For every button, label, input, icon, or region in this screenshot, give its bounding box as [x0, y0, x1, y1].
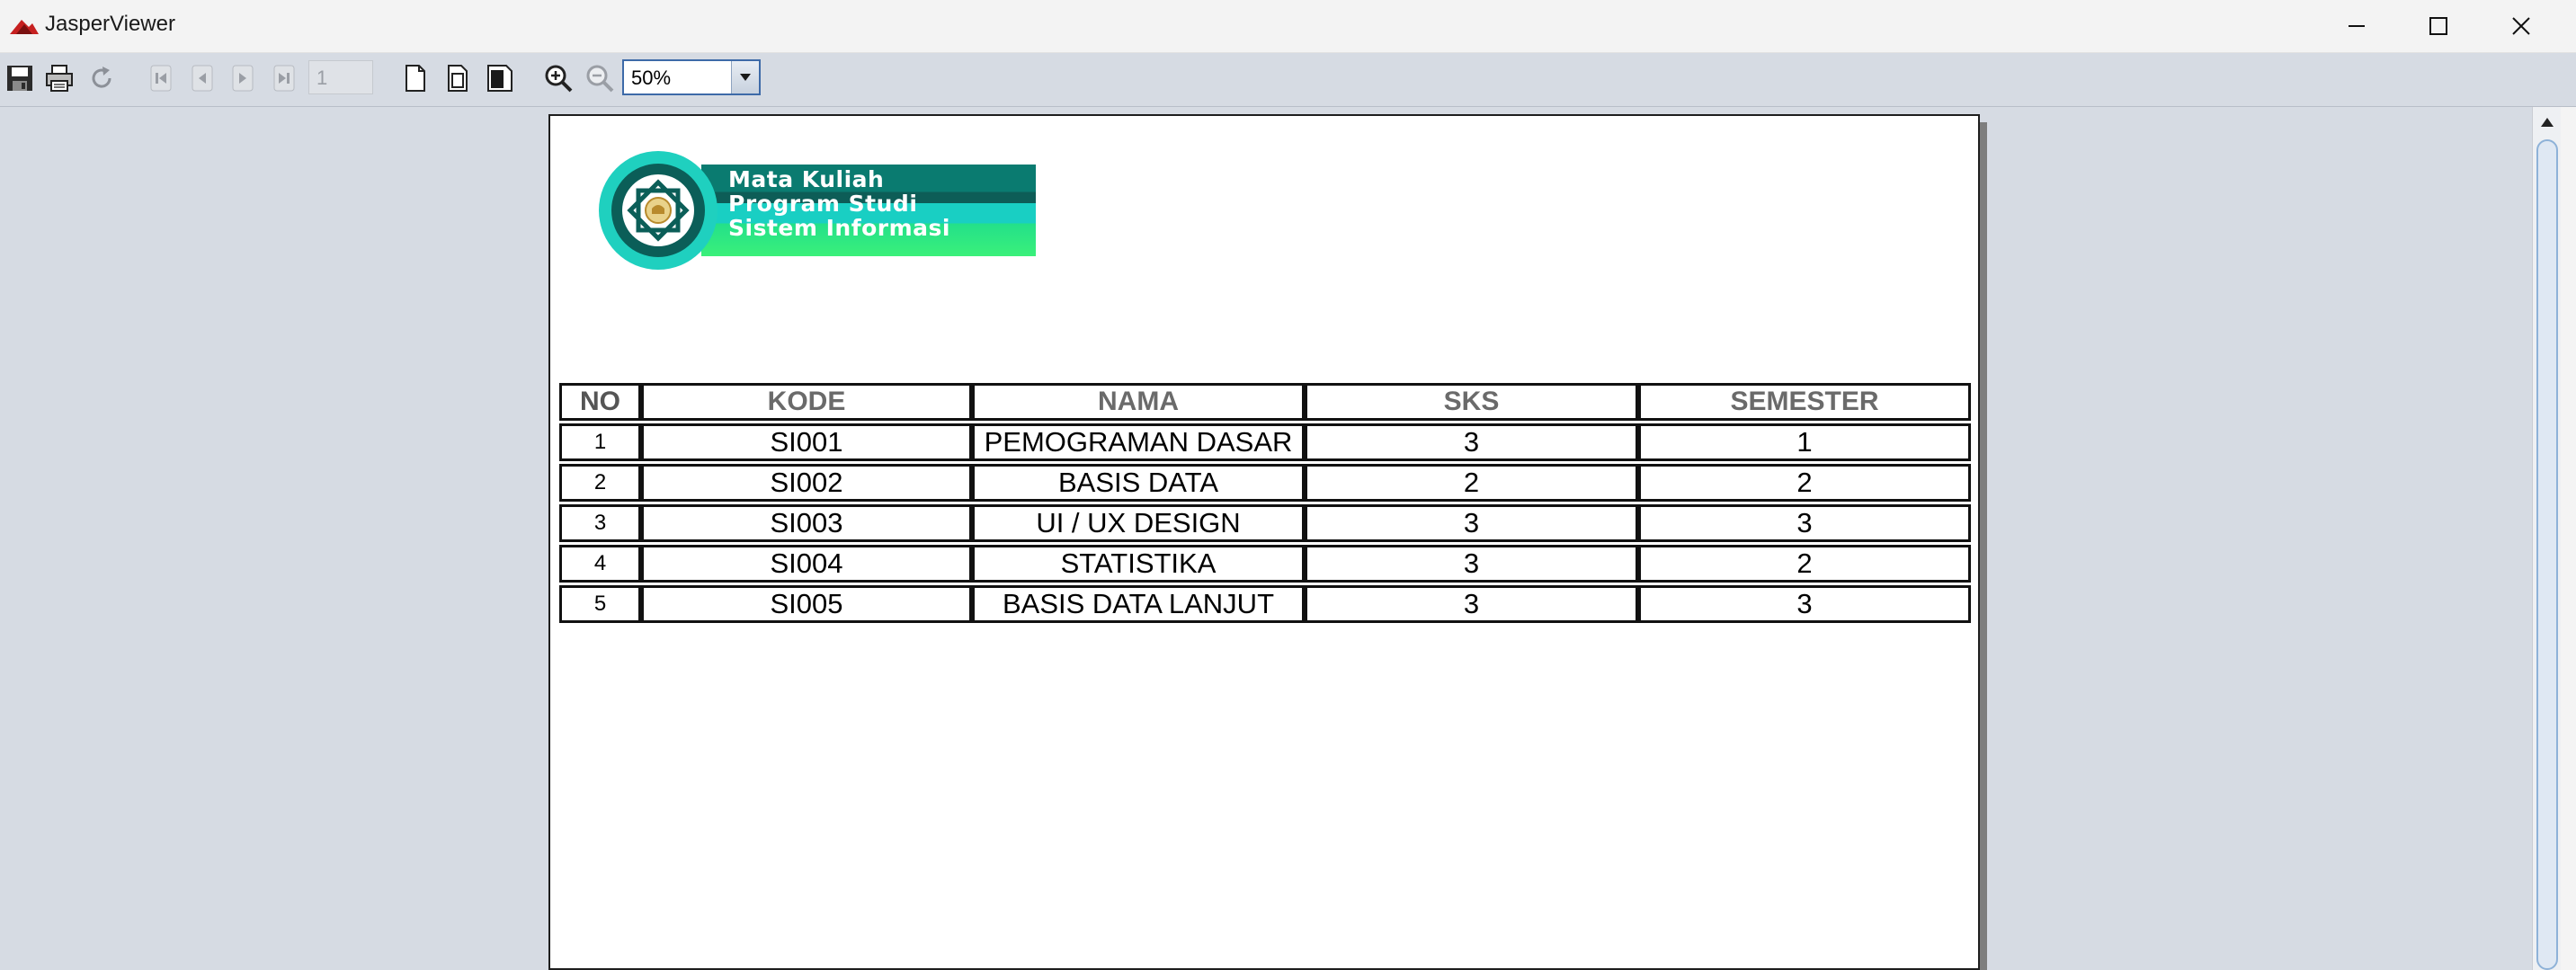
cell-nama: BASIS DATA	[972, 464, 1305, 502]
cell-kode: SI004	[641, 545, 972, 583]
cell-sks: 3	[1305, 585, 1638, 623]
zoom-out-icon	[586, 65, 614, 93]
logo-emblem-icon	[599, 151, 718, 270]
cell-sks: 3	[1305, 504, 1638, 542]
header-kode: KODE	[641, 383, 972, 421]
cell-nama: BASIS DATA LANJUT	[972, 585, 1305, 623]
table-row: 5 SI005 BASIS DATA LANJUT 3 3	[559, 585, 1971, 623]
arrow-up-icon	[2541, 118, 2554, 127]
header-semester: SEMESTER	[1638, 383, 1971, 421]
minimize-button[interactable]	[2315, 0, 2398, 52]
cell-nama: PEMOGRAMAN DASAR	[972, 423, 1305, 461]
vertical-scrollbar[interactable]	[2532, 107, 2562, 970]
logo-text: Mata Kuliah Program Studi Sistem Informa…	[728, 167, 950, 240]
cell-sks: 3	[1305, 423, 1638, 461]
first-page-icon	[150, 65, 172, 92]
cell-semester: 2	[1638, 464, 1971, 502]
cell-nama: UI / UX DESIGN	[972, 504, 1305, 542]
cell-kode: SI002	[641, 464, 972, 502]
reload-icon	[92, 67, 111, 88]
table-row: 3 SI003 UI / UX DESIGN 3 3	[559, 504, 1971, 542]
fit-width-icon	[487, 65, 513, 92]
reload-button[interactable]	[84, 60, 120, 96]
save-icon	[7, 66, 32, 91]
last-page-icon	[273, 65, 295, 92]
cell-no: 3	[559, 504, 641, 542]
minimize-icon	[2349, 25, 2365, 27]
zoom-dropdown-button[interactable]	[731, 61, 759, 93]
toolbar	[0, 53, 2576, 107]
report-logo: Mata Kuliah Program Studi Sistem Informa…	[595, 147, 1045, 273]
save-button[interactable]	[2, 60, 38, 96]
table-row: 4 SI004 STATISTIKA 3 2	[559, 545, 1971, 583]
header-no: NO	[559, 383, 641, 421]
report-page: Mata Kuliah Program Studi Sistem Informa…	[548, 114, 1980, 970]
close-icon	[2512, 17, 2530, 35]
window-edge	[2561, 107, 2576, 970]
cell-no: 4	[559, 545, 641, 583]
cell-kode: SI005	[641, 585, 972, 623]
table-row: 2 SI002 BASIS DATA 2 2	[559, 464, 1971, 502]
fit-page-button[interactable]	[439, 60, 475, 96]
cell-kode: SI001	[641, 423, 972, 461]
next-page-icon	[232, 65, 254, 92]
maximize-button[interactable]	[2397, 0, 2480, 52]
cell-nama: STATISTIKA	[972, 545, 1305, 583]
previous-page-button[interactable]	[184, 60, 220, 96]
table-header-row: NO KODE NAMA SKS SEMESTER	[559, 383, 1971, 421]
window-title: JasperViewer	[45, 12, 175, 36]
logo-line-1: Mata Kuliah	[728, 166, 885, 192]
cell-sks: 2	[1305, 464, 1638, 502]
close-button[interactable]	[2480, 0, 2563, 52]
cell-no: 2	[559, 464, 641, 502]
scrollbar-thumb[interactable]	[2536, 139, 2558, 970]
cell-semester: 3	[1638, 585, 1971, 623]
zoom-in-icon	[545, 65, 573, 93]
chevron-down-icon	[740, 74, 751, 81]
cell-no: 1	[559, 423, 641, 461]
cell-semester: 3	[1638, 504, 1971, 542]
jasper-app-icon	[10, 20, 39, 34]
zoom-select[interactable]: 50%	[622, 59, 761, 95]
header-sks: SKS	[1305, 383, 1638, 421]
cell-semester: 1	[1638, 423, 1971, 461]
fit-width-button[interactable]	[481, 60, 517, 96]
first-page-button[interactable]	[143, 60, 179, 96]
logo-line-3: Sistem Informasi	[728, 215, 950, 241]
page-number-input[interactable]: 1	[308, 60, 373, 94]
header-nama: NAMA	[972, 383, 1305, 421]
course-table: NO KODE NAMA SKS SEMESTER 1 SI001 PEMOGR…	[559, 380, 1971, 626]
cell-semester: 2	[1638, 545, 1971, 583]
zoom-out-button[interactable]	[582, 60, 618, 96]
actual-size-button[interactable]	[397, 60, 432, 96]
zoom-value: 50%	[631, 67, 672, 89]
cell-sks: 3	[1305, 545, 1638, 583]
table-row: 1 SI001 PEMOGRAMAN DASAR 3 1	[559, 423, 1971, 461]
previous-page-icon	[192, 65, 213, 92]
print-icon	[46, 65, 73, 92]
cell-kode: SI003	[641, 504, 972, 542]
logo-line-2: Program Studi	[728, 191, 918, 217]
last-page-button[interactable]	[266, 60, 302, 96]
scroll-up-button[interactable]	[2533, 107, 2562, 138]
cell-no: 5	[559, 585, 641, 623]
title-bar: JasperViewer	[0, 0, 2576, 53]
actual-size-icon	[406, 65, 425, 92]
next-page-button[interactable]	[225, 60, 261, 96]
print-button[interactable]	[41, 60, 77, 96]
zoom-in-button[interactable]	[540, 60, 576, 96]
fit-page-icon	[448, 65, 468, 92]
maximize-icon	[2429, 17, 2447, 35]
